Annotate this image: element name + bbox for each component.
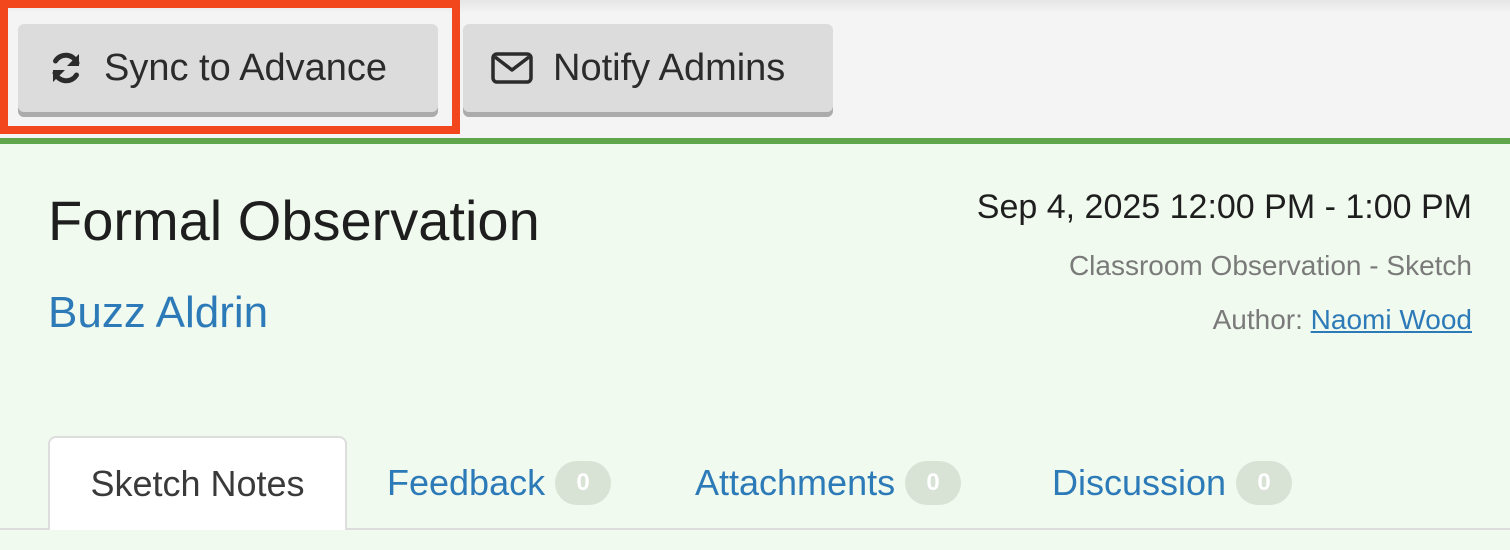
sync-button-label: Sync to Advance <box>104 46 388 89</box>
tab-label: Sketch Notes <box>90 463 305 504</box>
page-title: Formal Observation <box>48 189 540 252</box>
tab-label: Feedback <box>387 462 546 503</box>
tab-label: Discussion <box>1052 462 1227 503</box>
notify-admins-button[interactable]: Notify Admins <box>463 24 833 112</box>
observed-person-link[interactable]: Buzz Aldrin <box>48 288 268 338</box>
observation-panel: Formal Observation Buzz Aldrin Sep 4, 20… <box>0 144 1510 550</box>
toolbar: Sync to Advance Notify Admins <box>0 0 1510 140</box>
author-label: Author: <box>1212 304 1303 335</box>
tab-discussion[interactable]: Discussion 0 <box>1052 436 1293 530</box>
observation-datetime: Sep 4, 2025 12:00 PM - 1:00 PM <box>976 188 1472 226</box>
author-link[interactable]: Naomi Wood <box>1311 304 1472 335</box>
tab-label: Attachments <box>695 462 896 503</box>
tab-sketch-notes[interactable]: Sketch Notes <box>48 436 347 530</box>
refresh-icon <box>48 50 84 86</box>
tab-attachments[interactable]: Attachments 0 <box>695 436 962 530</box>
sync-to-advance-button[interactable]: Sync to Advance <box>18 24 438 112</box>
author-line: Author: Naomi Wood <box>1213 304 1472 336</box>
observation-type: Classroom Observation - Sketch <box>1068 250 1472 281</box>
notify-button-label: Notify Admins <box>553 46 786 89</box>
count-badge: 0 <box>905 461 962 505</box>
envelope-icon <box>491 52 533 84</box>
count-badge: 0 <box>1236 461 1293 505</box>
count-badge: 0 <box>555 461 612 505</box>
tab-feedback[interactable]: Feedback 0 <box>387 436 612 530</box>
